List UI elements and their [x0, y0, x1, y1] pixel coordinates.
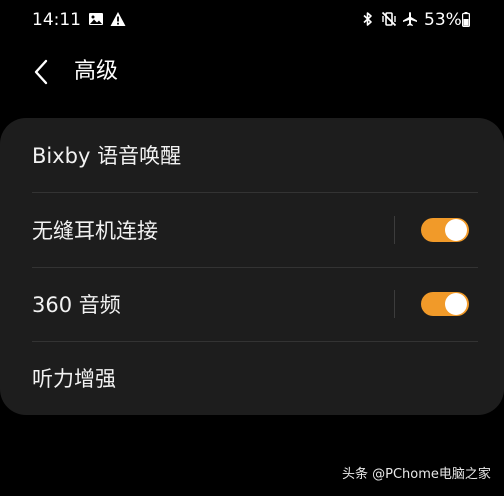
header: 高级 [0, 50, 504, 98]
status-bar: 14:11 53% [0, 0, 504, 40]
bluetooth-icon [360, 11, 376, 27]
seamless-connection-toggle[interactable] [421, 218, 469, 242]
setting-label: 无缝耳机连接 [32, 219, 158, 243]
360-audio-toggle[interactable] [421, 292, 469, 316]
battery-icon [462, 12, 470, 27]
setting-row-hearing-enhancements[interactable]: 听力增强 [0, 341, 504, 415]
setting-label: 听力增强 [32, 367, 116, 391]
status-time: 14:11 [32, 10, 81, 30]
vertical-divider [394, 290, 395, 318]
toggle-knob [445, 219, 467, 241]
vertical-divider [394, 216, 395, 244]
chevron-left-icon [34, 59, 48, 85]
setting-row-seamless-earbud-connection[interactable]: 无缝耳机连接 [0, 193, 504, 267]
image-icon [88, 11, 104, 27]
watermark: 头条 @PChome电脑之家 [342, 467, 491, 482]
alert-icon [110, 11, 126, 27]
setting-label: 360 音频 [32, 293, 121, 317]
airplane-mode-icon [402, 11, 418, 27]
back-button[interactable] [28, 58, 56, 86]
setting-label: Bixby 语音唤醒 [32, 144, 182, 168]
page-title: 高级 [74, 59, 119, 84]
toggle-knob [445, 293, 467, 315]
setting-row-360-audio[interactable]: 360 音频 [0, 267, 504, 341]
setting-row-bixby-voice-wake-up[interactable]: Bixby 语音唤醒 [0, 118, 504, 192]
battery-percent: 53% [424, 10, 462, 30]
settings-card: Bixby 语音唤醒 无缝耳机连接 360 音频 听力增强 [0, 118, 504, 415]
vibrate-off-icon [381, 11, 397, 27]
